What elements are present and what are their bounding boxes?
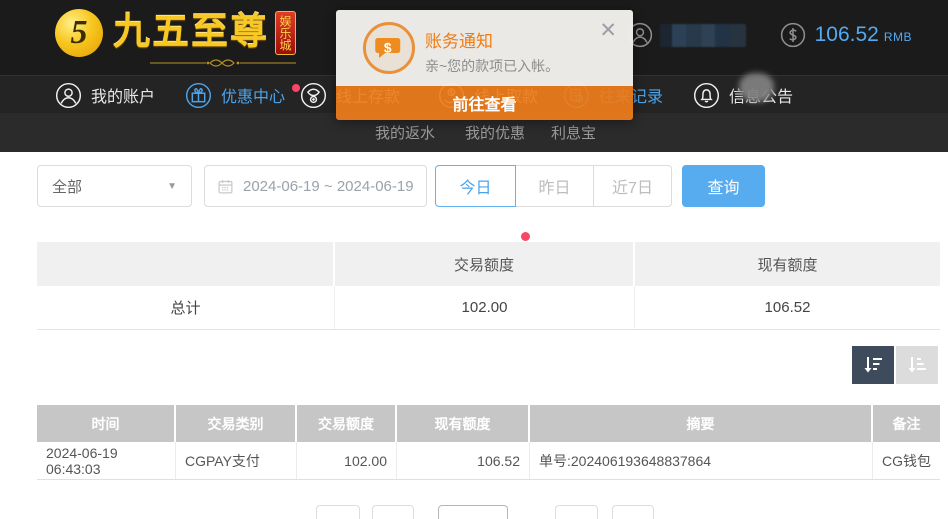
- summary-header-blank: [37, 242, 335, 286]
- logo-title: 九五至尊: [113, 9, 269, 55]
- balance-amount: 106.52: [815, 23, 879, 47]
- calendar-icon: [217, 178, 234, 195]
- username-redacted[interactable]: [660, 24, 746, 47]
- account-records-page: 5 九五至尊 娱乐城 106.52 RMB: [0, 0, 948, 519]
- cell-current-amount: 106.52: [397, 442, 530, 479]
- table-row: 2024-06-19 06:43:03 CGPAY支付 102.00 106.5…: [37, 442, 940, 480]
- subnav-label: 我的优惠: [465, 122, 525, 143]
- cell-type: CGPAY支付: [176, 442, 297, 479]
- col-header-trade-amount: 交易额度: [297, 405, 397, 442]
- chevron-down-icon: ▼: [167, 181, 177, 192]
- promotions-notification-dot: [292, 84, 300, 92]
- summary-header-trade-amount: 交易额度: [335, 242, 635, 286]
- col-header-type: 交易类别: [176, 405, 297, 442]
- pagination-current-page[interactable]: [438, 505, 508, 519]
- quick-date-group: 今日 昨日 近7日: [435, 165, 672, 207]
- logo-flourish-icon: [148, 57, 298, 69]
- col-header-summary: 摘要: [530, 405, 873, 442]
- subnav-label: 我的返水: [375, 122, 435, 143]
- quick-last7days-button[interactable]: 近7日: [593, 165, 672, 207]
- close-icon[interactable]: ✕: [599, 20, 617, 41]
- type-select-value: 全部: [52, 176, 82, 197]
- nav-label: 我的账户: [91, 83, 155, 107]
- transactions-header-row: 时间 交易类别 交易额度 现有额度 摘要 备注: [37, 405, 940, 442]
- logo-badge: 娱乐城: [275, 11, 296, 55]
- money-message-icon: $: [363, 22, 415, 74]
- quick-yesterday-button[interactable]: 昨日: [515, 165, 594, 207]
- dollar-icon: [780, 22, 806, 48]
- sort-ascending-icon: [905, 353, 929, 377]
- balance-currency: RMB: [884, 30, 912, 44]
- pagination-prev-button[interactable]: [372, 505, 414, 519]
- date-range-input[interactable]: 2024-06-19 ~ 2024-06-19: [204, 165, 427, 207]
- summary-total-label: 总计: [37, 286, 335, 329]
- quick-today-button[interactable]: 今日: [435, 165, 516, 207]
- cell-note: CG钱包: [873, 442, 940, 479]
- logo-emblem-icon: 5: [55, 9, 103, 57]
- notification-popup: $ 账务通知 亲~您的款项已入帐。 ✕ 前往查看: [336, 10, 633, 120]
- pagination: [0, 505, 948, 519]
- sort-controls: [852, 346, 938, 384]
- col-header-current-amount: 现有额度: [397, 405, 530, 442]
- my-offers-notification-dot: [521, 232, 530, 241]
- brand-logo[interactable]: 5 九五至尊 娱乐城: [55, 9, 296, 57]
- svg-text:$: $: [384, 40, 392, 55]
- col-header-note: 备注: [873, 405, 940, 442]
- account-area: 106.52 RMB: [627, 22, 912, 48]
- cell-trade-amount: 102.00: [297, 442, 397, 479]
- notification-message: 亲~您的款项已入帐。: [425, 56, 559, 76]
- notification-title: 账务通知: [425, 27, 493, 52]
- filter-bar: 全部 ▼ 2024-06-19 ~ 2024-06-19 今日 昨日 近7日 查…: [0, 163, 948, 207]
- gift-icon: [185, 82, 212, 109]
- balance-display[interactable]: 106.52 RMB: [815, 23, 912, 47]
- summary-header-current-amount: 现有额度: [635, 242, 940, 286]
- nav-item-promotions[interactable]: 优惠中心: [185, 76, 285, 114]
- sort-ascending-button[interactable]: [896, 346, 938, 384]
- deposit-icon: [300, 82, 327, 109]
- account-icon: [55, 82, 82, 109]
- subnav-label: 利息宝: [551, 122, 596, 143]
- sort-descending-button[interactable]: [852, 346, 894, 384]
- pagination-next-button[interactable]: [555, 505, 598, 519]
- col-header-time: 时间: [37, 405, 176, 442]
- nav-item-my-account[interactable]: 我的账户: [55, 76, 155, 114]
- pagination-last-button[interactable]: [612, 505, 654, 519]
- summary-table: 交易额度 现有额度 总计 102.00 106.52: [37, 242, 940, 330]
- pagination-first-button[interactable]: [316, 505, 360, 519]
- transactions-table: 时间 交易类别 交易额度 现有额度 摘要 备注 2024-06-19 06:43…: [37, 405, 940, 480]
- summary-header-row: 交易额度 现有额度: [37, 242, 940, 286]
- nav-label: 优惠中心: [221, 83, 285, 107]
- go-view-button[interactable]: 前往查看: [336, 86, 633, 120]
- cell-summary: 单号:202406193648837864: [530, 442, 873, 479]
- sort-descending-icon: [861, 353, 885, 377]
- type-select[interactable]: 全部 ▼: [37, 165, 192, 207]
- bell-icon: [693, 82, 720, 109]
- announcements-redaction-blur: [739, 73, 774, 102]
- date-range-value: 2024-06-19 ~ 2024-06-19: [243, 178, 414, 195]
- summary-trade-amount: 102.00: [335, 286, 635, 329]
- summary-total-row: 总计 102.00 106.52: [37, 286, 940, 330]
- cell-time: 2024-06-19 06:43:03: [37, 442, 176, 479]
- notification-body: $ 账务通知 亲~您的款项已入帐。 ✕: [336, 10, 633, 86]
- summary-current-amount: 106.52: [635, 286, 940, 329]
- search-button[interactable]: 查询: [682, 165, 765, 207]
